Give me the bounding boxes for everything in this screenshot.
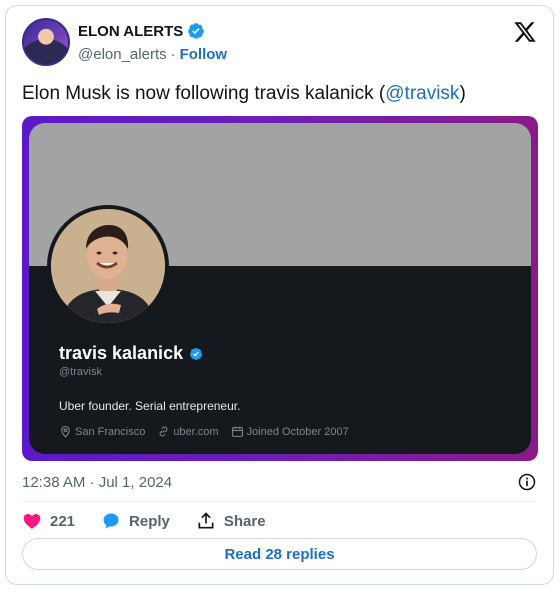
follow-button[interactable]: Follow — [180, 46, 228, 63]
author-handle-row: @elon_alerts · Follow — [78, 46, 227, 63]
tweet-text-after: ) — [459, 83, 466, 104]
profile-bio: Uber founder. Serial entrepreneur. — [59, 399, 241, 413]
divider — [22, 501, 537, 502]
like-count: 221 — [50, 512, 76, 530]
reply-bubble-icon — [103, 513, 119, 529]
mention-link[interactable]: @travisk — [385, 83, 459, 104]
tweet-media-image[interactable]: travis kalanick @travisk Uber founder. S… — [22, 116, 538, 461]
share-button[interactable]: Share — [196, 511, 266, 531]
reply-button[interactable]: Reply — [101, 511, 170, 531]
info-icon[interactable] — [517, 472, 537, 492]
reply-label: Reply — [129, 512, 170, 530]
profile-meta: San Francisco uber.com Joined October 20… — [59, 425, 349, 438]
profile-website-text: uber.com — [173, 425, 219, 438]
like-button[interactable]: 221 — [22, 511, 75, 531]
profile-location-text: San Francisco — [75, 425, 146, 438]
separator: · — [170, 46, 176, 63]
x-logo-icon[interactable] — [513, 20, 537, 44]
calendar-icon — [231, 426, 243, 437]
location-pin-icon — [61, 425, 70, 438]
heart-icon — [23, 514, 41, 529]
profile-website: uber.com — [157, 425, 219, 438]
tweet-timestamp[interactable]: 12:38 AM · Jul 1, 2024 — [22, 474, 172, 491]
profile-joined-text: Joined October 2007 — [246, 425, 349, 438]
author-handle[interactable]: @elon_alerts — [78, 46, 167, 63]
author-name-row[interactable]: ELON ALERTS — [78, 22, 205, 40]
tweet-text: Elon Musk is now following travis kalani… — [22, 82, 466, 106]
author-avatar[interactable] — [22, 18, 70, 66]
embedded-profile-card: travis kalanick @travisk Uber founder. S… — [29, 123, 531, 454]
author-name[interactable]: ELON ALERTS — [78, 23, 183, 40]
profile-name-row: travis kalanick — [59, 343, 203, 364]
tweet-card: ELON ALERTS @elon_alerts · Follow Elon M… — [5, 5, 554, 585]
link-icon — [159, 426, 168, 437]
action-bar: 221 Reply Share — [22, 509, 266, 533]
share-label: Share — [223, 512, 266, 530]
profile-verified-icon — [189, 347, 203, 360]
share-icon — [198, 512, 214, 529]
profile-photo-illustration — [51, 209, 165, 323]
profile-joined: Joined October 2007 — [231, 425, 349, 438]
verified-badge-icon — [188, 23, 205, 39]
profile-handle: @travisk — [59, 366, 102, 378]
profile-name: travis kalanick — [59, 343, 184, 363]
read-replies-button[interactable]: Read 28 replies — [22, 538, 537, 570]
profile-location: San Francisco — [59, 425, 145, 438]
tweet-text-before: Elon Musk is now following travis kalani… — [22, 83, 386, 104]
profile-photo — [47, 205, 169, 327]
